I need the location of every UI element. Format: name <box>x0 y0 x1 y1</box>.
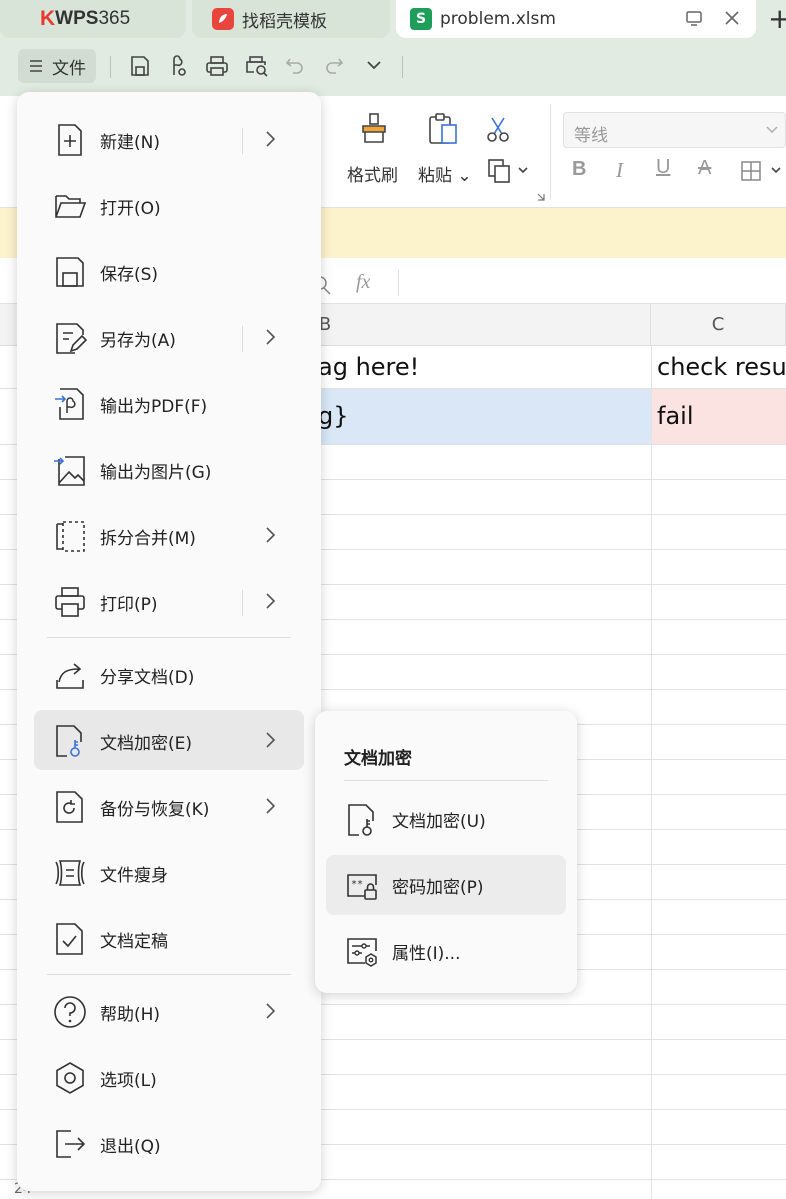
chevron-right-icon <box>266 593 276 609</box>
copy-icon[interactable] <box>487 158 529 184</box>
menu-item-encrypt[interactable]: 文档加密(E) <box>34 710 304 770</box>
tab-bar: K WPS 365 找稻壳模板 S problem.xlsm + <box>0 0 786 38</box>
menu-item-finalize[interactable]: 文档定稿 <box>34 908 304 968</box>
options-icon <box>56 1062 84 1094</box>
chevron-right-icon <box>266 732 276 748</box>
document-lock-icon <box>56 725 82 757</box>
tab-daoke-label: 找稻壳模板 <box>242 11 327 32</box>
file-menu: 新建(N) 打开(O) 保存(S) 另存为(A) 输出为PDF(F) 输出为图片… <box>17 92 321 1191</box>
strikethrough-button[interactable]: A <box>698 157 711 180</box>
borders-icon[interactable] <box>740 160 784 182</box>
dialog-launcher-icon[interactable] <box>536 192 546 202</box>
submenu-title: 文档加密 <box>344 749 412 769</box>
chevron-down-icon <box>766 126 778 133</box>
print-icon <box>55 587 85 617</box>
ribbon-separator <box>550 104 551 200</box>
chevron-right-icon <box>266 527 276 543</box>
toolbar-separator <box>110 56 111 78</box>
spreadsheet-icon: S <box>410 8 432 30</box>
exit-icon <box>56 1130 86 1158</box>
chevron-down-icon[interactable] <box>364 54 384 76</box>
slim-file-icon <box>55 860 85 886</box>
toolbar-separator <box>402 56 403 78</box>
menu-item-new[interactable]: 新建(N) <box>34 109 304 169</box>
menu-item-share[interactable]: 分享文档(D) <box>34 644 304 704</box>
tab-daoke-templates[interactable]: 找稻壳模板 <box>192 0 390 38</box>
column-header-c[interactable]: C <box>651 304 786 346</box>
save-icon <box>56 257 84 287</box>
chevron-right-icon <box>266 1003 276 1019</box>
format-painter-icon[interactable] <box>358 112 390 146</box>
menu-item-export-pdf[interactable]: 输出为PDF(F) <box>34 373 304 433</box>
export-pdf-icon[interactable] <box>166 54 190 78</box>
help-icon <box>54 996 86 1028</box>
hamburger-icon <box>30 60 42 72</box>
close-icon[interactable] <box>722 8 742 28</box>
submenu-item-document-encrypt[interactable]: 文档加密(U) <box>326 789 566 849</box>
encrypt-submenu: 文档加密 文档加密(U) ** 密码加密(P) 属性(I)... <box>315 711 577 993</box>
menu-item-backup-restore[interactable]: 备份与恢复(K) <box>34 776 304 836</box>
save-as-icon <box>56 323 87 354</box>
cell-c2[interactable]: fail <box>651 388 786 444</box>
chevron-right-icon <box>266 131 276 147</box>
print-icon[interactable] <box>204 54 230 78</box>
font-name-select[interactable]: 等线 <box>563 112 786 148</box>
cell-c1[interactable]: check resul <box>651 346 786 388</box>
wps365-logo: K WPS 365 <box>40 7 131 30</box>
save-icon[interactable] <box>128 54 152 78</box>
tab-wps365[interactable]: K WPS 365 <box>0 0 186 38</box>
underline-button[interactable]: U <box>656 156 670 179</box>
menu-item-save-as[interactable]: 另存为(A) <box>34 307 304 367</box>
format-painter-label[interactable]: 格式刷 <box>347 161 398 186</box>
svg-text:**: ** <box>351 879 363 890</box>
menu-item-print[interactable]: 打印(P) <box>34 571 304 631</box>
submenu-divider <box>344 780 548 781</box>
new-tab-plus-icon[interactable]: + <box>768 2 786 35</box>
submenu-item-password-encrypt[interactable]: ** 密码加密(P) <box>326 855 566 915</box>
window-icon[interactable] <box>684 8 704 28</box>
export-pdf-icon <box>55 388 84 420</box>
undo-icon[interactable] <box>284 54 306 76</box>
paste-icon[interactable] <box>426 112 460 146</box>
fx-icon[interactable]: fx <box>356 271 370 294</box>
share-icon <box>56 663 84 689</box>
italic-button[interactable]: I <box>616 158 623 183</box>
export-image-icon <box>54 456 85 486</box>
menu-item-open[interactable]: 打开(O) <box>34 175 304 235</box>
menu-item-options[interactable]: 选项(L) <box>34 1047 304 1107</box>
formula-separator <box>398 270 399 296</box>
cut-icon[interactable] <box>484 116 512 142</box>
menu-item-split-merge[interactable]: 拆分合并(M) <box>34 505 304 565</box>
redo-icon[interactable] <box>323 54 345 76</box>
daoke-icon <box>212 8 234 30</box>
menu-item-save[interactable]: 保存(S) <box>34 241 304 301</box>
properties-icon <box>347 938 377 967</box>
menu-item-help[interactable]: 帮助(H) <box>34 981 304 1041</box>
bold-button[interactable]: B <box>572 158 586 181</box>
cell-b1[interactable]: ag here! <box>312 346 651 388</box>
print-preview-icon[interactable] <box>244 54 270 78</box>
tab-file-label: problem.xlsm <box>440 9 556 29</box>
folder-open-icon <box>55 195 87 218</box>
chevron-right-icon <box>266 329 276 345</box>
menu-item-export-image[interactable]: 输出为图片(G) <box>34 439 304 499</box>
tab-problem-xlsm[interactable]: S problem.xlsm <box>396 0 756 38</box>
quick-access-toolbar: 文件 <box>0 38 786 96</box>
file-menu-button[interactable]: 文件 <box>18 49 96 83</box>
paste-label[interactable]: 粘贴 ⌄ <box>418 161 472 186</box>
menu-divider <box>47 974 291 975</box>
chevron-right-icon <box>266 798 276 814</box>
split-merge-icon <box>56 521 85 552</box>
cell-b2[interactable]: g} <box>312 388 651 444</box>
backup-icon <box>56 791 83 823</box>
new-document-icon <box>58 124 82 156</box>
password-lock-icon: ** <box>347 874 377 900</box>
menu-item-exit[interactable]: 退出(Q) <box>34 1113 304 1173</box>
menu-item-slim-file[interactable]: 文件瘦身 <box>34 842 304 902</box>
submenu-item-properties[interactable]: 属性(I)... <box>326 921 566 981</box>
menu-divider <box>47 637 291 638</box>
document-lock-icon <box>348 804 374 836</box>
finalize-document-icon <box>56 923 83 955</box>
